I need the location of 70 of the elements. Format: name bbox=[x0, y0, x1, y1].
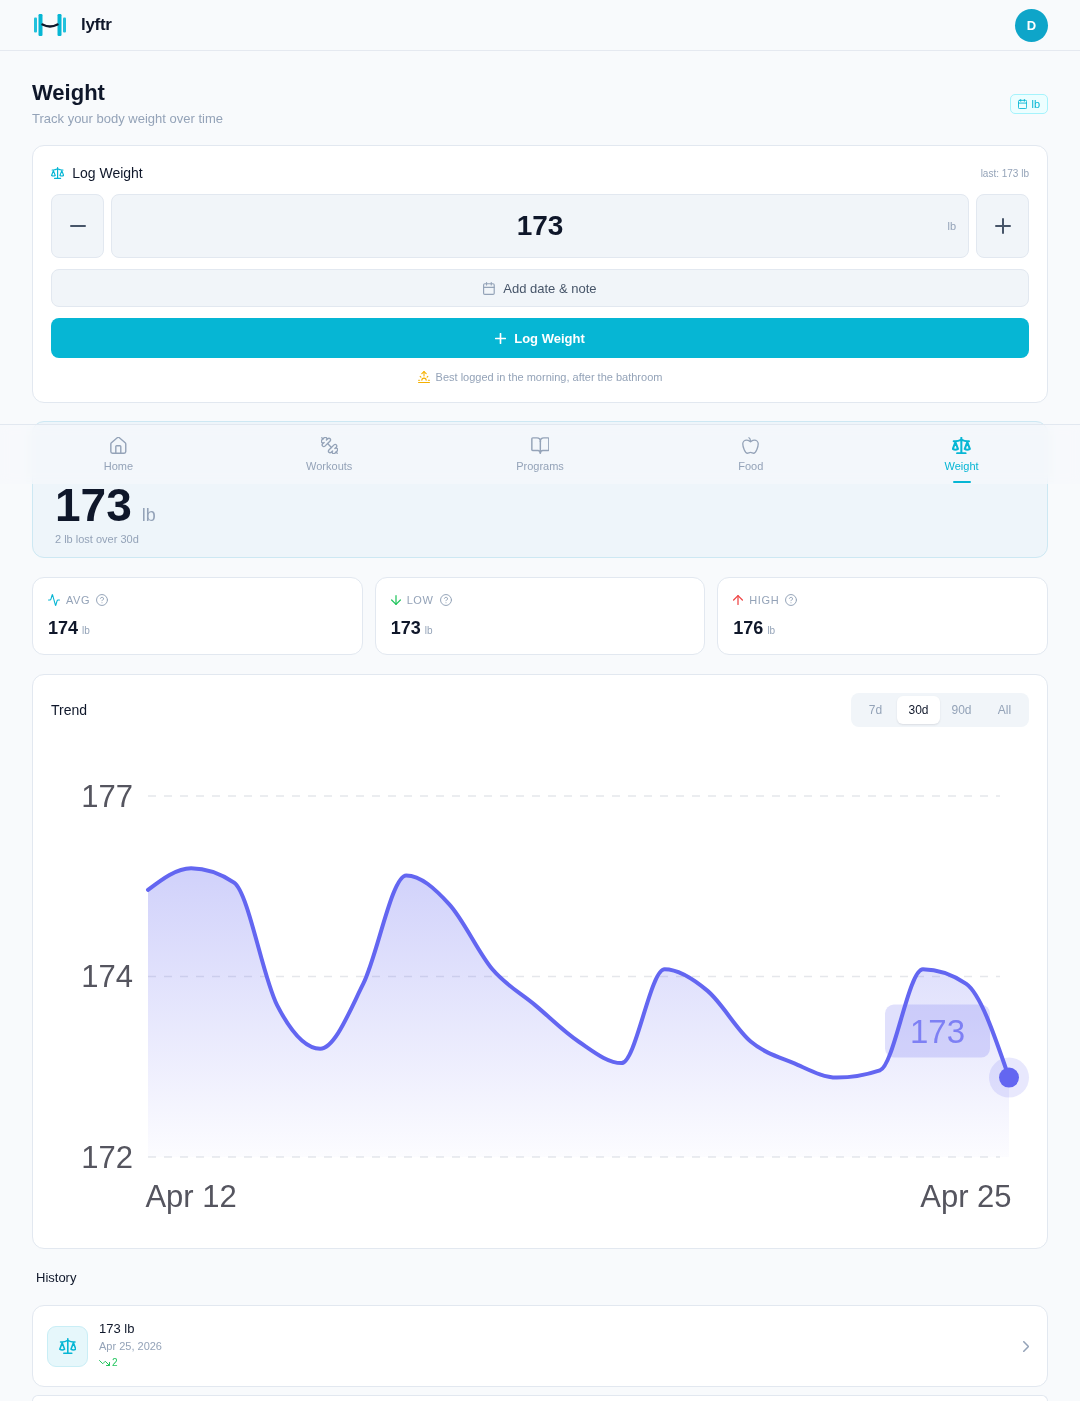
page-title: Weight bbox=[32, 80, 106, 106]
tip-text: Best logged in the morning, after the bathroom bbox=[435, 371, 663, 383]
scale-icon bbox=[952, 437, 971, 454]
y-axis-label: 174 bbox=[81, 959, 133, 994]
end-point-marker bbox=[989, 1057, 1029, 1098]
add-date-note-button[interactable]: Add date & note bbox=[51, 269, 1029, 307]
last-entry-text: last: 173 lb bbox=[980, 167, 1029, 179]
annotation: 173 bbox=[909, 1013, 966, 1051]
history-title: History bbox=[36, 1269, 78, 1287]
logo-icon bbox=[34, 14, 66, 36]
scale-icon bbox=[47, 1325, 88, 1367]
stat-unit: lb bbox=[424, 625, 433, 636]
decrement-button[interactable] bbox=[51, 194, 104, 258]
current-weight-unit: lb bbox=[141, 505, 156, 525]
page-subtitle: Track your body weight over time bbox=[32, 110, 223, 128]
stat-unit: lb bbox=[767, 625, 776, 636]
stat-label: AVG bbox=[66, 594, 91, 606]
calendar-icon bbox=[1018, 99, 1028, 109]
nav-tab[interactable]: Workouts bbox=[223, 425, 435, 484]
stat-unit: lb bbox=[82, 625, 90, 636]
nav-tab[interactable]: Home bbox=[13, 425, 224, 484]
scale-icon bbox=[51, 167, 65, 179]
x-axis-label: Apr 25 bbox=[920, 1178, 1012, 1214]
entry-change-value: 2 bbox=[112, 1356, 118, 1370]
arrow-down-icon bbox=[390, 595, 401, 605]
card-title: Log Weight bbox=[72, 165, 143, 181]
y-axis-label: 177 bbox=[81, 778, 133, 814]
user-avatar[interactable]: D bbox=[1015, 8, 1048, 42]
unit-suffix: lb bbox=[947, 220, 956, 232]
trend-title: Trend bbox=[51, 702, 88, 718]
book-icon bbox=[530, 437, 550, 454]
calendar-icon bbox=[483, 281, 496, 295]
stat-value: 173 bbox=[390, 617, 421, 640]
sunrise-icon bbox=[417, 371, 430, 383]
trend-down-icon bbox=[99, 1360, 110, 1366]
chevron-right-icon bbox=[1022, 1340, 1029, 1352]
stat-value: 176 bbox=[733, 617, 764, 640]
range-tab[interactable]: 90d bbox=[940, 696, 983, 724]
help-icon bbox=[439, 594, 452, 606]
log-weight-button[interactable]: Log Weight bbox=[51, 318, 1029, 358]
help-icon bbox=[96, 594, 109, 606]
value-tooltip: 173 bbox=[885, 1004, 990, 1058]
range-tab[interactable]: All bbox=[983, 696, 1026, 724]
weight-input-field[interactable]: 173 lb bbox=[111, 194, 969, 258]
apple-icon bbox=[742, 437, 760, 454]
range-tab[interactable]: 30d bbox=[897, 696, 940, 724]
minus-icon bbox=[69, 225, 86, 227]
app-name: lyftr bbox=[81, 15, 112, 35]
plus-icon bbox=[994, 218, 1011, 234]
increment-button[interactable] bbox=[976, 194, 1029, 258]
dumbbell-icon bbox=[320, 437, 338, 454]
current-weight-value: 173 bbox=[55, 486, 132, 524]
plus-icon bbox=[495, 332, 507, 344]
nav-tab[interactable]: Programs bbox=[434, 425, 646, 484]
home-icon bbox=[110, 437, 127, 454]
y-axis-label: 172 bbox=[81, 1139, 133, 1175]
unit-toggle-button[interactable]: lb bbox=[1010, 94, 1048, 114]
range-tab[interactable]: 7d bbox=[854, 696, 897, 724]
help-icon bbox=[785, 594, 798, 606]
history-entry[interactable]: 173 lb Apr 25, 2026 2 bbox=[32, 1305, 1048, 1387]
entry-date: Apr 25, 2026 bbox=[99, 1339, 163, 1354]
nav-tab[interactable]: Weight bbox=[856, 425, 1067, 484]
pulse-icon bbox=[48, 594, 60, 606]
entry-weight: 173 lb bbox=[99, 1321, 136, 1337]
stat-label: HIGH bbox=[749, 594, 780, 606]
stat-value: 174 bbox=[48, 617, 79, 640]
nav-tab[interactable]: Food bbox=[645, 425, 857, 484]
x-axis-label: Apr 12 bbox=[145, 1178, 237, 1214]
stat-label: LOW bbox=[406, 594, 434, 606]
weight-change-text: 2 lb lost over 30d bbox=[55, 532, 140, 547]
